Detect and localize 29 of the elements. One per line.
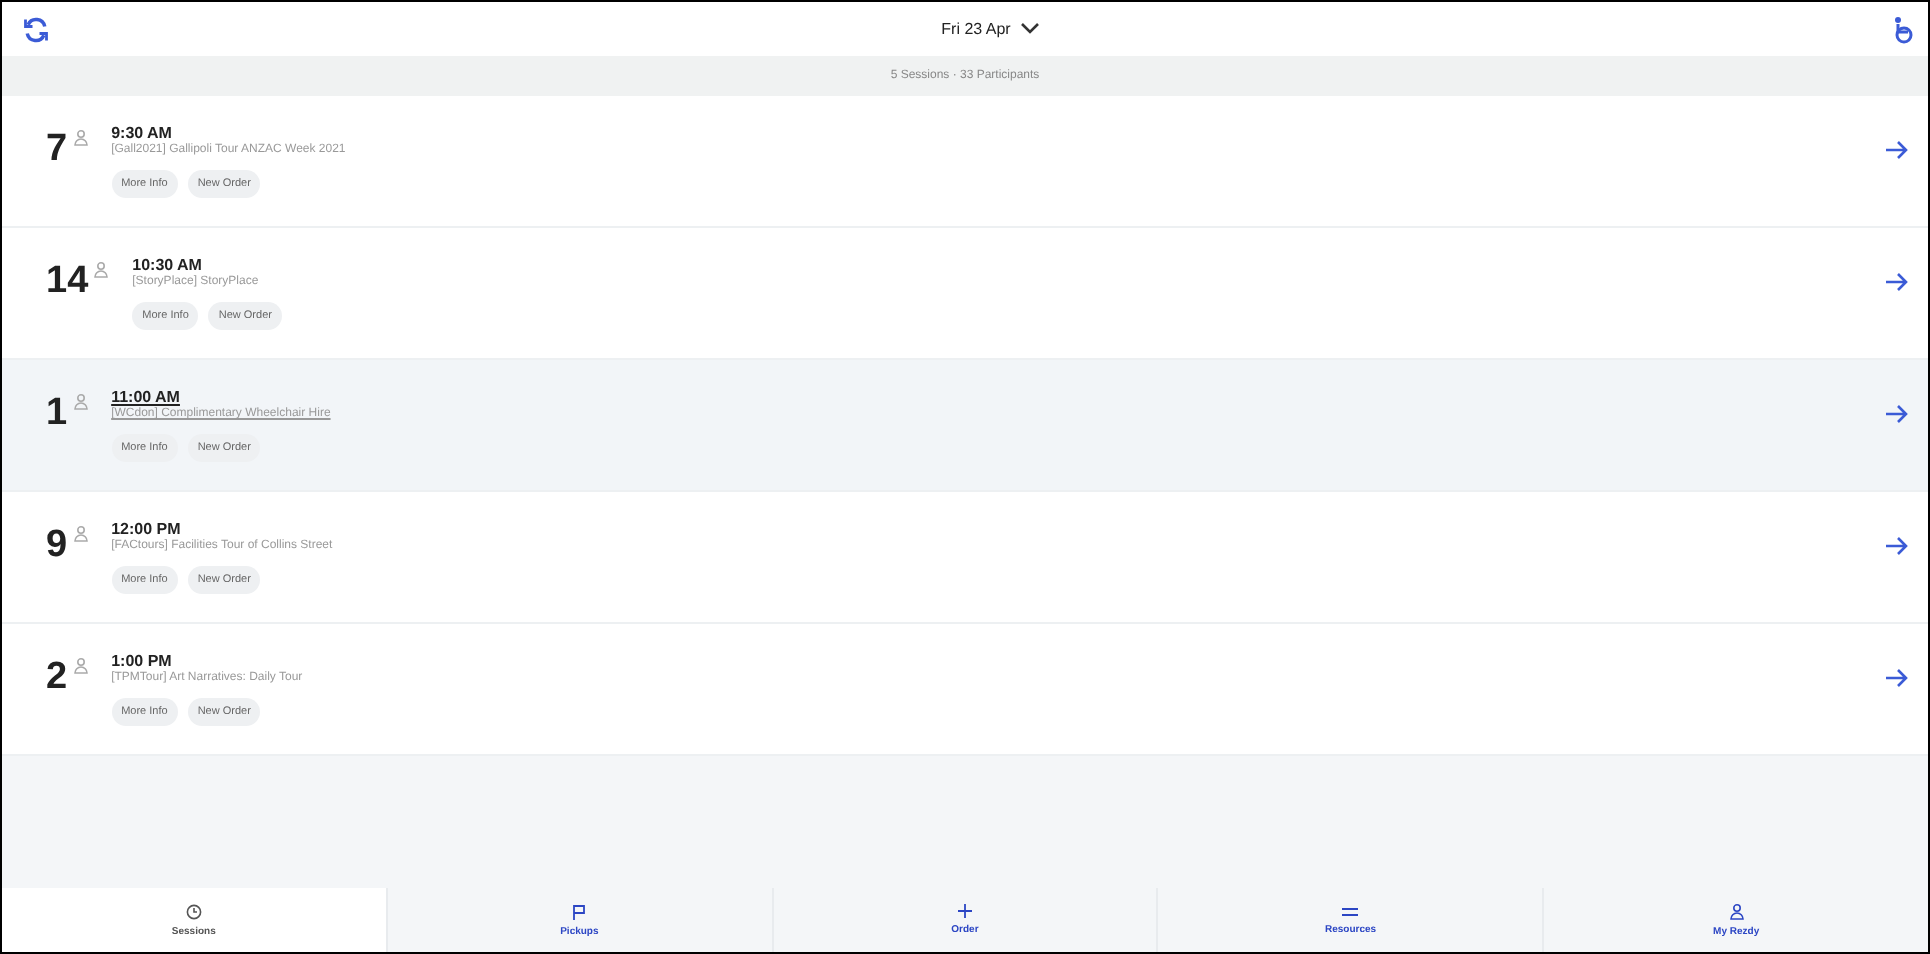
arrow-right-icon[interactable] [1886,536,1908,556]
session-time: 9:30 AM [111,124,174,142]
clock-icon [185,903,202,919]
accessibility-icon[interactable] [1892,15,1916,43]
person-icon [94,262,109,278]
session-time: 10:30 AM [132,256,204,274]
participant-count: 2 [46,656,68,700]
person-icon [73,526,88,542]
person-icon [1729,903,1744,919]
session-time: 1:00 PM [111,652,174,670]
person-icon [73,130,88,146]
arrow-right-icon[interactable] [1886,668,1908,688]
participant-count: 9 [46,524,68,568]
arrow-right-icon[interactable] [1886,272,1908,292]
arrow-right-icon[interactable] [1886,140,1908,160]
session-time: 11:00 AM [111,388,182,406]
list-icon [1342,905,1359,917]
plus-icon [957,904,972,918]
person-icon [73,394,88,410]
participant-count: 1 [46,392,68,436]
participant-count: 14 [46,260,89,304]
flag-icon [572,903,587,919]
chevron-down-icon [1020,22,1041,36]
session-time: 12:00 PM [111,520,183,538]
refresh-icon[interactable] [22,15,50,43]
person-icon [73,658,88,674]
date-selector[interactable]: Fri 23 Apr [937,16,1045,42]
arrow-right-icon[interactable] [1886,404,1908,424]
participant-count: 7 [46,128,68,172]
